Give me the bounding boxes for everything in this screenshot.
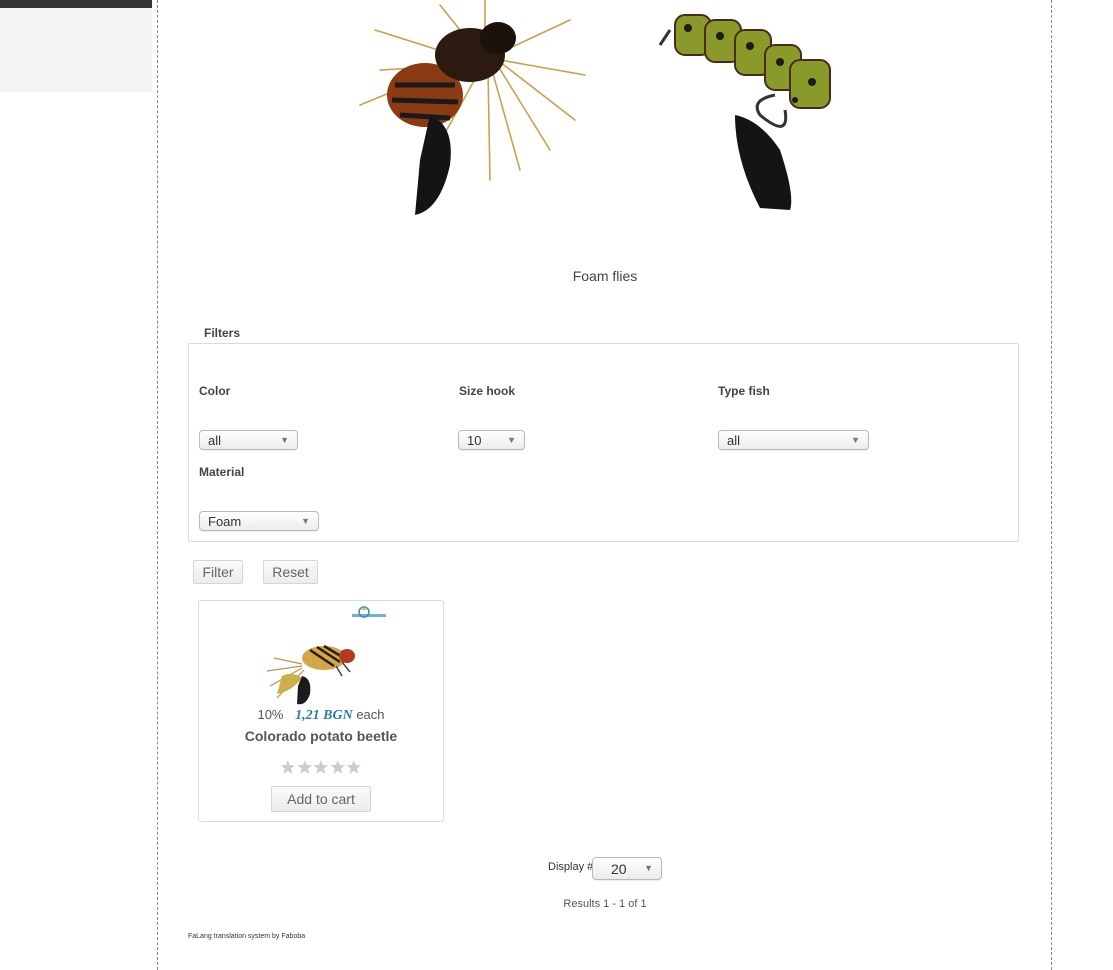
category-image bbox=[359, 0, 831, 215]
price-suffix: each bbox=[356, 707, 385, 722]
product-image[interactable] bbox=[262, 636, 362, 708]
triangle-down-icon: ▼ bbox=[507, 435, 516, 445]
size-hook-filter-label: Size hook bbox=[459, 384, 516, 398]
star-icon bbox=[313, 760, 329, 774]
material-filter-label: Material bbox=[199, 465, 245, 479]
triangle-down-icon: ▼ bbox=[851, 435, 860, 445]
star-icon bbox=[280, 760, 296, 774]
content-border-left bbox=[157, 0, 158, 970]
filters-legend: Filters bbox=[198, 326, 247, 340]
results-counter: Results 1 - 1 of 1 bbox=[563, 898, 647, 910]
filter-button[interactable]: Filter bbox=[193, 560, 243, 584]
sidebar-panel bbox=[0, 8, 152, 92]
sidebar-top-bar bbox=[0, 0, 152, 8]
reset-button[interactable]: Reset bbox=[263, 560, 318, 584]
triangle-down-icon: ▼ bbox=[280, 435, 289, 445]
product-rating bbox=[280, 759, 362, 777]
color-filter-label: Color bbox=[199, 384, 231, 398]
category-title: Foam flies bbox=[572, 268, 638, 284]
material-select[interactable]: Foam ▼ bbox=[199, 511, 319, 531]
triangle-down-icon: ▼ bbox=[644, 863, 653, 873]
size-hook-select-value: 10 bbox=[467, 432, 482, 448]
brand-logo bbox=[352, 606, 386, 618]
content-border-right bbox=[1051, 0, 1052, 970]
discount-label: 10% bbox=[257, 707, 284, 722]
triangle-down-icon: ▼ bbox=[301, 516, 310, 526]
type-fish-select[interactable]: all ▼ bbox=[718, 430, 869, 450]
type-fish-select-value: all bbox=[727, 432, 741, 448]
color-select[interactable]: all ▼ bbox=[199, 430, 298, 450]
star-icon bbox=[297, 760, 312, 774]
display-count-value: 20 bbox=[611, 860, 627, 877]
fly-illustration-left bbox=[359, 0, 586, 215]
add-to-cart-button[interactable]: Add to cart bbox=[271, 786, 371, 812]
color-select-value: all bbox=[208, 432, 222, 448]
display-count-select[interactable]: 20 ▼ bbox=[592, 857, 662, 880]
star-icon bbox=[330, 760, 345, 774]
footer-credit[interactable]: FaLang translation system by Faboba bbox=[188, 933, 305, 940]
product-name[interactable]: Colorado potato beetle bbox=[198, 728, 444, 744]
fly-illustration-right bbox=[658, 14, 831, 210]
material-select-value: Foam bbox=[208, 513, 242, 529]
price-line: 10% 1,21 BGN each bbox=[198, 707, 444, 724]
star-icon bbox=[346, 760, 362, 774]
product-price: 1,21 BGN bbox=[295, 708, 353, 723]
size-hook-select[interactable]: 10 ▼ bbox=[458, 430, 525, 450]
type-fish-filter-label: Type fish bbox=[718, 384, 770, 398]
display-count-label: Display # bbox=[548, 861, 594, 873]
